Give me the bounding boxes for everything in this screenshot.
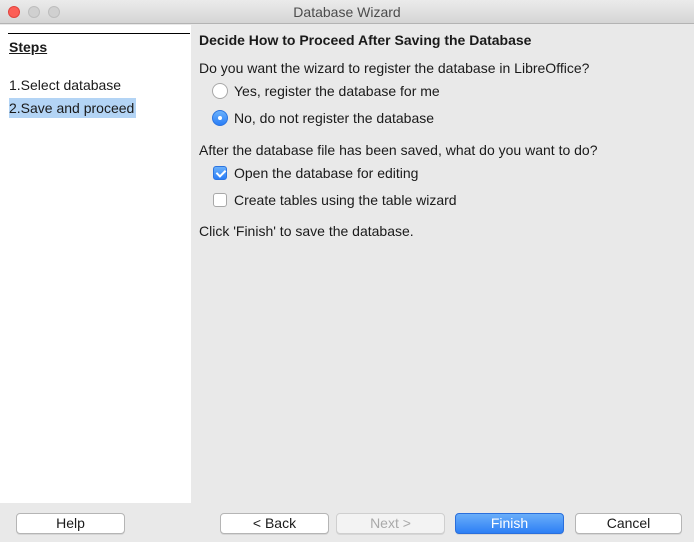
create-tables-checkbox[interactable]: Create tables using the table wizard bbox=[212, 190, 457, 210]
wizard-page: Decide How to Proceed After Saving the D… bbox=[191, 25, 694, 503]
register-yes-radio[interactable]: Yes, register the database for me bbox=[212, 81, 440, 101]
window-title: Database Wizard bbox=[293, 4, 401, 20]
steps-sidebar: Steps 1.Select database 2.Save and proce… bbox=[0, 25, 191, 503]
register-no-radio[interactable]: No, do not register the database bbox=[212, 108, 434, 128]
back-button[interactable]: < Back bbox=[220, 513, 329, 534]
finish-button[interactable]: Finish bbox=[455, 513, 564, 534]
title-bar: Database Wizard bbox=[0, 0, 694, 24]
create-tables-label: Create tables using the table wizard bbox=[234, 192, 457, 208]
button-bar: Help < Back Next > Finish Cancel bbox=[0, 503, 694, 542]
checkbox-unchecked-icon[interactable] bbox=[213, 193, 227, 207]
step-save-and-proceed[interactable]: 2.Save and proceed bbox=[9, 98, 137, 118]
register-yes-label: Yes, register the database for me bbox=[234, 83, 440, 99]
help-button[interactable]: Help bbox=[16, 513, 125, 534]
steps-title: Steps bbox=[9, 39, 48, 55]
cancel-button[interactable]: Cancel bbox=[575, 513, 682, 534]
register-no-label: No, do not register the database bbox=[234, 110, 435, 126]
radio-unselected-icon[interactable] bbox=[212, 83, 228, 99]
open-for-editing-checkbox[interactable]: Open the database for editing bbox=[212, 163, 418, 183]
next-button: Next > bbox=[336, 513, 445, 534]
open-for-editing-label: Open the database for editing bbox=[234, 165, 419, 181]
register-question: Do you want the wizard to register the d… bbox=[199, 60, 590, 76]
checkbox-checked-icon[interactable] bbox=[213, 166, 227, 180]
steps-divider bbox=[8, 33, 190, 34]
after-save-question: After the database file has been saved, … bbox=[199, 142, 598, 158]
radio-selected-icon[interactable] bbox=[212, 110, 228, 126]
finish-note: Click 'Finish' to save the database. bbox=[199, 223, 414, 239]
page-heading: Decide How to Proceed After Saving the D… bbox=[199, 32, 532, 48]
step-select-database[interactable]: 1.Select database bbox=[9, 75, 121, 95]
